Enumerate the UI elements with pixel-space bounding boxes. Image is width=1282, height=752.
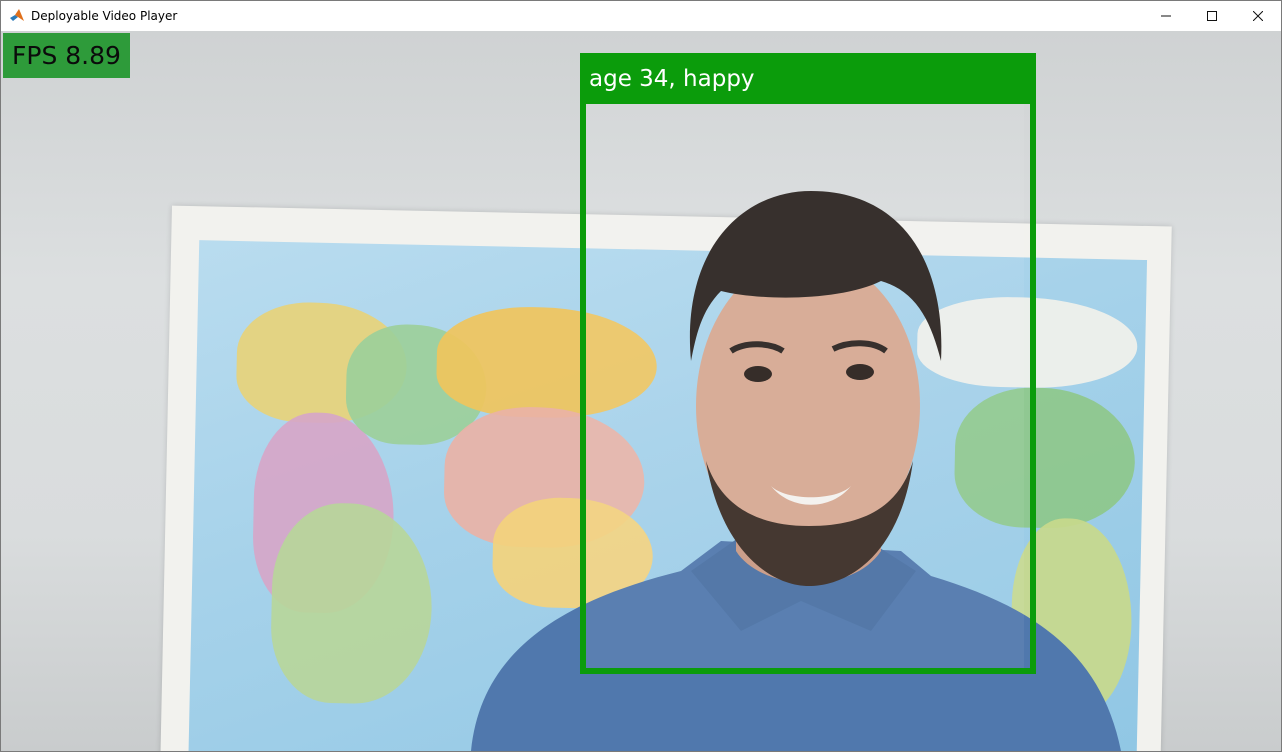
- fps-counter: FPS 8.89: [3, 33, 130, 78]
- title-bar[interactable]: Deployable Video Player: [1, 1, 1281, 31]
- maximize-icon: [1207, 11, 1217, 21]
- maximize-button[interactable]: [1189, 1, 1235, 31]
- face-annotation-label: age 34, happy: [580, 53, 1030, 104]
- video-frame: age 34, happy FPS 8.89: [1, 31, 1281, 751]
- face-bounding-box: [580, 53, 1036, 674]
- minimize-icon: [1161, 11, 1171, 21]
- matlab-icon: [9, 8, 25, 24]
- close-button[interactable]: [1235, 1, 1281, 31]
- minimize-button[interactable]: [1143, 1, 1189, 31]
- window-title: Deployable Video Player: [31, 9, 178, 23]
- window-controls: [1143, 1, 1281, 31]
- close-icon: [1253, 11, 1263, 21]
- video-player-window: Deployable Video Player age 34, happy FP…: [0, 0, 1282, 752]
